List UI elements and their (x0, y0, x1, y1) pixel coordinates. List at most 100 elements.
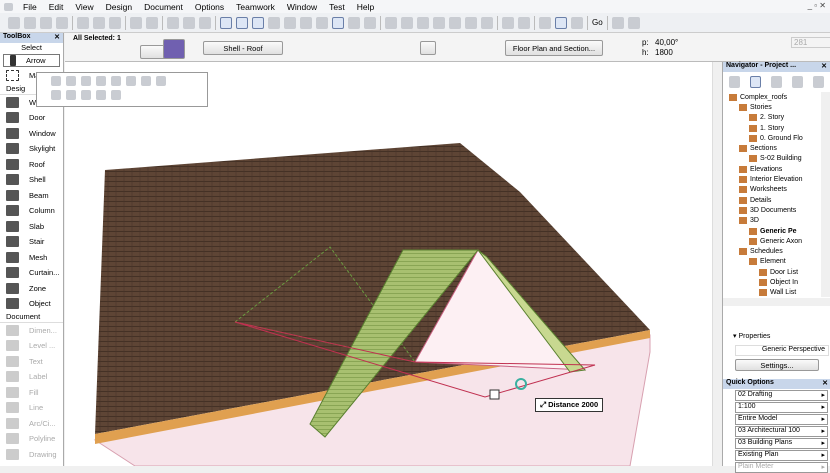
pet-command-icon[interactable] (81, 76, 91, 86)
pet-command-icon[interactable] (81, 90, 91, 100)
tree-hscrollbar[interactable] (723, 298, 830, 306)
paint-icon[interactable] (518, 16, 530, 29)
pet-command-icon[interactable] (111, 90, 121, 100)
tool-window[interactable]: Window (0, 126, 63, 142)
menu-test[interactable]: Test (323, 2, 351, 12)
tool-label[interactable]: Label (0, 369, 63, 385)
tree-item[interactable]: 0. Ground Flo (723, 133, 821, 143)
tool-roof[interactable]: Roof (0, 157, 63, 173)
tool-level[interactable]: Level ... (0, 338, 63, 354)
tool-door[interactable]: Door (0, 110, 63, 126)
tree-item[interactable]: Element (723, 257, 821, 267)
menu-teamwork[interactable]: Teamwork (230, 2, 281, 12)
organizer-icon[interactable] (813, 76, 825, 88)
tool-column[interactable]: Column (0, 203, 63, 219)
inject-icon[interactable] (199, 16, 211, 29)
corner-icon[interactable] (433, 16, 445, 29)
tool-beam[interactable]: Beam (0, 188, 63, 204)
quick-option-select[interactable]: 02 Drafting ▸ (735, 390, 828, 401)
tool-skylight[interactable]: Skylight (0, 141, 63, 157)
tree-item[interactable]: Object In (723, 277, 821, 287)
close-icon[interactable]: ✕ (54, 33, 60, 43)
copy-icon[interactable] (93, 16, 105, 29)
tool-arcci[interactable]: Arc/Ci... (0, 416, 63, 432)
pet-command-icon[interactable] (126, 76, 136, 86)
distance-value[interactable]: 2000 (581, 400, 598, 409)
pet-command-icon[interactable] (96, 76, 106, 86)
intersect-icon[interactable] (236, 16, 248, 29)
walk-icon[interactable] (627, 16, 640, 29)
pet-command-icon[interactable] (156, 76, 166, 86)
layout-icon[interactable] (348, 16, 360, 29)
angle-field[interactable]: 40,00° (655, 38, 678, 47)
paste-icon[interactable] (109, 16, 121, 29)
tree-item[interactable]: Schedules (723, 246, 821, 256)
view-button[interactable] (420, 41, 436, 55)
tool-line[interactable]: Line (0, 400, 63, 416)
measure-icon[interactable] (385, 16, 397, 29)
floor-plan-section-button[interactable]: Floor Plan and Section... (505, 40, 603, 56)
layer-selector[interactable]: Shell - Roof (203, 41, 283, 55)
publisher-icon[interactable] (792, 76, 804, 88)
quick-option-select[interactable]: Plain Meter ▸ (735, 462, 828, 473)
layout-book-icon[interactable] (571, 16, 583, 29)
document-group[interactable]: Document (0, 312, 63, 323)
tree-item[interactable]: S-02 Building (723, 154, 821, 164)
house-icon[interactable] (481, 16, 493, 29)
undo-icon[interactable] (130, 16, 142, 29)
open-icon[interactable] (24, 16, 36, 29)
menu-options[interactable]: Options (189, 2, 230, 12)
pet-command-icon[interactable] (66, 76, 76, 86)
menu-file[interactable]: File (17, 2, 43, 12)
close-icon[interactable]: ✕ (821, 62, 827, 72)
pet-command-icon[interactable] (141, 76, 151, 86)
tool-slab[interactable]: Slab (0, 219, 63, 235)
pet-command-icon[interactable] (51, 76, 61, 86)
3d-view-icon[interactable] (332, 16, 344, 29)
tree-item[interactable]: Interior Elevation (723, 174, 821, 184)
tool-polyline[interactable]: Polyline (0, 431, 63, 447)
tree-item[interactable]: Sections (723, 143, 821, 153)
tree-item[interactable]: Elevations (723, 164, 821, 174)
tree-item[interactable]: Worksheets (723, 185, 821, 195)
tree-item[interactable]: Stories (723, 102, 821, 112)
tree-item[interactable]: Wall List (723, 288, 821, 298)
tool-text[interactable]: Text (0, 354, 63, 370)
view-map-icon[interactable] (749, 76, 762, 88)
new-icon[interactable] (8, 16, 20, 29)
align-icon[interactable] (284, 16, 296, 29)
redo-icon[interactable] (146, 16, 158, 29)
tree-item[interactable]: 2. Story (723, 113, 821, 123)
tool-curtain[interactable]: Curtain... (0, 265, 63, 281)
tool-shell[interactable]: Shell (0, 172, 63, 188)
tree-item[interactable]: Door List (723, 267, 821, 277)
tool-fill[interactable]: Fill (0, 385, 63, 401)
view-name-field[interactable]: Generic Perspective (735, 345, 829, 356)
pet-command-icon[interactable] (66, 90, 76, 100)
menu-edit[interactable]: Edit (43, 2, 70, 12)
pick-icon[interactable] (183, 16, 195, 29)
curve-icon[interactable] (449, 16, 461, 29)
tree-item[interactable]: 1. Story (723, 123, 821, 133)
height-field[interactable]: 1800 (655, 48, 673, 57)
tool-drawing[interactable]: Drawing (0, 447, 63, 463)
quick-option-select[interactable]: Entire Model ▸ (735, 414, 828, 425)
print-icon[interactable] (56, 16, 68, 29)
tool-zone[interactable]: Zone (0, 281, 63, 297)
save-icon[interactable] (40, 16, 52, 29)
plan-icon[interactable] (465, 16, 477, 29)
lock-icon[interactable] (316, 16, 328, 29)
tree-scrollbar[interactable] (821, 92, 830, 297)
pet-palette-icon[interactable] (489, 389, 500, 400)
orbit-icon[interactable] (611, 16, 624, 29)
tool-arrow[interactable]: Arrow (3, 54, 60, 67)
tree-item[interactable]: Details (723, 195, 821, 205)
group-icon[interactable] (300, 16, 312, 29)
pet-command-icon[interactable] (51, 90, 61, 100)
cut-icon[interactable] (77, 16, 89, 29)
window-controls[interactable]: _ ▫ ✕ (808, 1, 826, 10)
find-icon[interactable] (167, 16, 179, 29)
section-icon[interactable] (417, 16, 429, 29)
tree-item[interactable]: 3D (723, 216, 821, 226)
adjust-icon[interactable] (252, 16, 264, 29)
